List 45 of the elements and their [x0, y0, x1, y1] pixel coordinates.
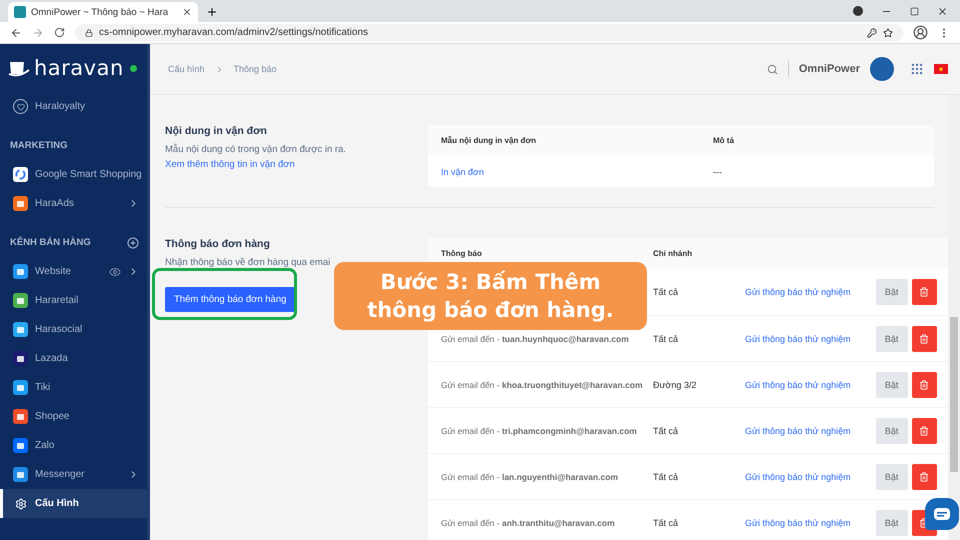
branch-cell-text: Tất cả [653, 426, 680, 436]
sidebar-item[interactable]: Harasocial [0, 315, 147, 344]
branch-cell-text: Tất cả [653, 334, 680, 344]
notification-target: Gửi email đến - tuan.huynhquoc@haravan.com [441, 334, 630, 344]
column-header: Mẫu nội dung in vận đơn [441, 136, 538, 145]
address-bar[interactable]: cs-omnipower.myharavan.com/adminv2/settings/notifications [75, 24, 903, 42]
sidebar-item[interactable]: Tiki [0, 373, 147, 402]
section-title: Nội dung in vận đơn [165, 125, 268, 137]
column-header: Thông báo [441, 249, 483, 258]
sidebar-heading: MARKETING [10, 140, 69, 151]
instruction-callout: Bước 3: Bấm Thêm thông báo đơn hàng. [334, 262, 647, 330]
branch-cell-text: Tất cả [653, 518, 680, 528]
sidebar-item[interactable]: Website [0, 257, 147, 286]
table-cell-text: --- [713, 166, 723, 176]
branch-cell-text: Đường 3/2 [653, 380, 698, 390]
notification-target: Gửi email đến - anh.tranthitu@haravan.com [441, 518, 616, 528]
sidebar-item[interactable]: Haraloyalty [0, 92, 147, 121]
sidebar-item[interactable]: HaraAds [0, 189, 147, 218]
logo-text: haravan [34, 56, 124, 80]
column-header: Mô tả [713, 136, 735, 145]
branch-cell-text: Tất cả [653, 472, 680, 482]
notification-target: Gửi email đến - lan.nguyenthi@haravan.com [441, 472, 619, 482]
sidebar-item[interactable]: Cấu Hình [0, 489, 147, 518]
notification-target: Gửi email đến - khoa.truongthituyet@haravan.com [441, 380, 644, 390]
add-notification-button[interactable]: Thêm thông báo đơn hàng [165, 286, 296, 312]
sidebar-item[interactable]: Shopee [0, 402, 147, 431]
section-description: Nhận thông báo về đơn hàng qua emai [165, 256, 332, 270]
branch-cell-text: Tất cả [653, 287, 680, 297]
section-title: Thông báo đơn hàng [165, 238, 271, 250]
sidebar-item[interactable]: Messenger [0, 460, 147, 489]
tab-title: OmniPower ~ Thông báo ~ Hara [31, 6, 170, 18]
account-name[interactable]: OmniPower [798, 63, 860, 75]
notification-target: Gửi email đến - tri.phamcongminh@haravan.com [441, 426, 638, 436]
template-link[interactable]: In vận đơn [441, 166, 713, 176]
section-description: Mẫu nội dung có trong vận đơn được in ra. Xem thêm thông tin in vận đơn [165, 143, 347, 172]
sidebar-item[interactable]: Zalo [0, 431, 147, 460]
sidebar-item[interactable]: Lazada [0, 344, 147, 373]
sidebar-item[interactable]: Hararetail [0, 286, 147, 315]
sidebar-item[interactable]: Google Smart Shopping [0, 160, 147, 189]
more-info-link[interactable]: Xem thêm thông tin in vận đơn [165, 158, 295, 170]
column-header: Chi nhánh [653, 249, 694, 258]
breadcrumb-link[interactable]: Cấu hình [168, 64, 205, 74]
sidebar-heading: KÊNH BÁN HÀNG [10, 237, 92, 248]
breadcrumb-link[interactable]: Thông báo [234, 64, 277, 74]
browser-tab[interactable]: OmniPower ~ Thông báo ~ Hara [8, 2, 198, 22]
